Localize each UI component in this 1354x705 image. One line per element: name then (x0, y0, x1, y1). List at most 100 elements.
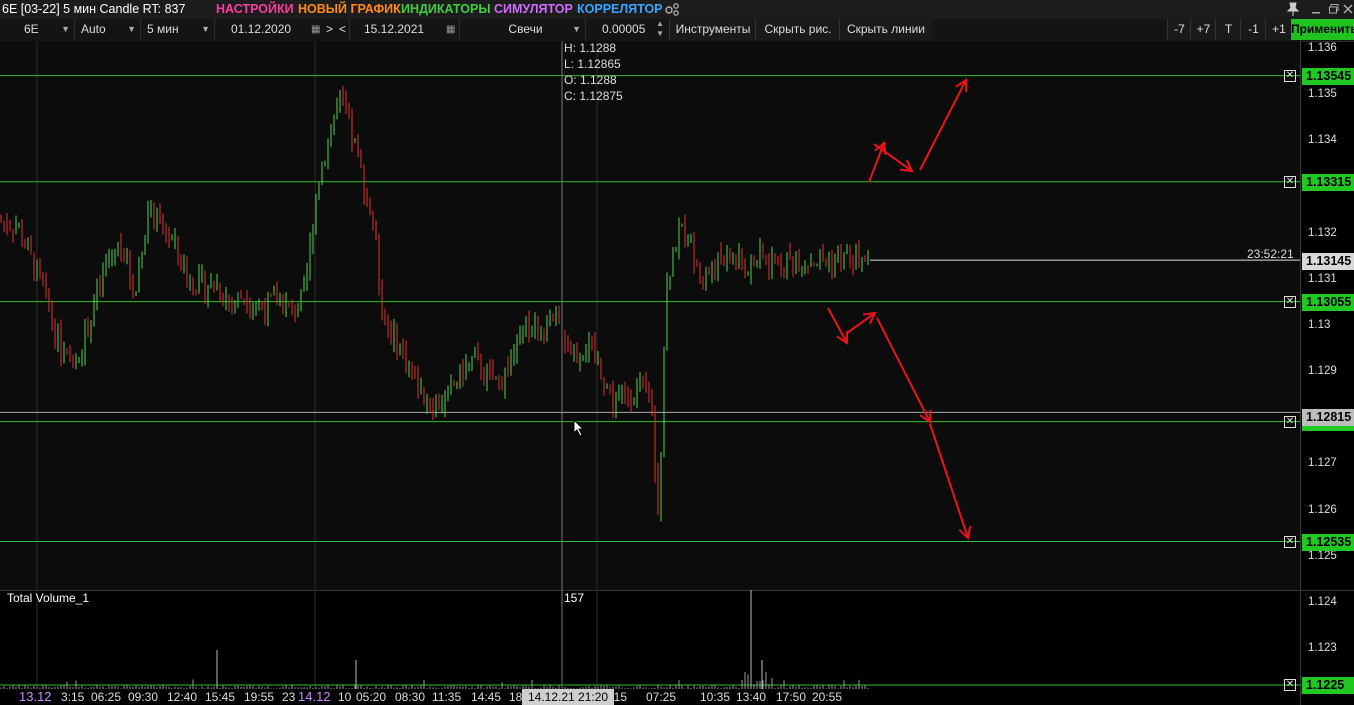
level-price-label[interactable]: 1.12535 (1302, 533, 1354, 551)
chevron-down-icon: ▼ (201, 24, 210, 34)
level-close-icon[interactable]: ✕ (1284, 295, 1296, 308)
level-close-icon[interactable]: ✕ (1284, 69, 1296, 82)
close-icon[interactable] (1342, 3, 1354, 15)
connection-icon[interactable] (664, 2, 680, 17)
x-tick-label: 12:40 (167, 690, 198, 704)
x-tick-label: 23 (282, 690, 296, 704)
minus7-button[interactable]: -7 (1167, 19, 1191, 40)
x-tick-label: 14.12 (298, 689, 331, 704)
minimize-icon[interactable] (1310, 3, 1322, 15)
date-from-field[interactable]: 01.12.2020 ▦ (214, 19, 324, 40)
level-price-label[interactable]: 1.13315 (1302, 173, 1354, 191)
x-tick-label: 17:50 (776, 690, 807, 704)
symbol-select[interactable]: 6E ▼ (0, 19, 74, 40)
y-tick-label: 1.134 (1308, 134, 1337, 147)
pin-icon[interactable] (1287, 2, 1299, 16)
date-to-field[interactable]: 15.12.2021 ▦ (349, 19, 459, 40)
level-close-icon[interactable]: ✕ (1284, 175, 1296, 188)
stepper-arrows-icon[interactable]: ▲ ▼ (656, 19, 664, 39)
volume-indicator-title: Total Volume_1 (7, 591, 90, 605)
y-tick-label: 1.129 (1308, 365, 1337, 378)
y-tick-label: 1.136 (1308, 42, 1337, 55)
x-tick-label: 15:45 (205, 690, 236, 704)
nav-next-button[interactable]: > (326, 19, 336, 40)
x-tick-label: 06:25 (91, 690, 122, 704)
plus7-button[interactable]: +7 (1190, 19, 1216, 40)
level-price-label[interactable]: 1.13545 (1302, 67, 1354, 85)
ohlc-high: H: 1.1288 (564, 41, 617, 55)
y-tick-label: 1.132 (1308, 226, 1337, 239)
menu-indicators[interactable]: ИНДИКАТОРЫ (401, 0, 491, 19)
x-tick-label: 13:40 (736, 690, 767, 704)
hide-drawings-button[interactable]: Скрыть рис. (755, 19, 840, 40)
timeframe-value: 5 мин (147, 22, 179, 36)
calendar-icon[interactable]: ▦ (446, 19, 455, 40)
x-tick-label: 19:55 (244, 690, 275, 704)
y-tick-label: 1.125 (1308, 549, 1337, 562)
x-tick-label: 11:35 (432, 690, 462, 704)
y-tick-label: 1.13 (1308, 319, 1331, 332)
level-close-icon[interactable]: ✕ (1284, 679, 1296, 691)
chart-toolbar: 6E ▼ Auto ▼ 5 мин ▼ 01.12.2020 ▦ > < 15.… (0, 19, 1354, 42)
chevron-down-icon: ▼ (127, 24, 136, 34)
minus1-button[interactable]: -1 (1240, 19, 1266, 40)
level-close-icon[interactable]: ✕ (1284, 415, 1296, 428)
date-from-value: 01.12.2020 (231, 22, 292, 36)
scale-value: Auto (81, 22, 106, 36)
level-close-icon[interactable]: ✕ (1284, 535, 1296, 548)
y-tick-label: 1.131 (1308, 272, 1337, 285)
x-tick-label: 10 (338, 690, 352, 704)
menu-settings[interactable]: НАСТРОЙКИ (216, 0, 294, 19)
y-tick-label: 1.123 (1308, 641, 1337, 654)
price-chart[interactable] (0, 41, 1354, 705)
y-tick-label: 1.135 (1308, 88, 1337, 101)
x-tick-label: 3:15 (61, 690, 85, 704)
t-button[interactable]: T (1215, 19, 1241, 40)
y-tick-label: 1.126 (1308, 503, 1337, 516)
x-tick-label: 13.12 (19, 689, 52, 704)
x-tick-label: 18 (509, 690, 523, 704)
chart-type-select[interactable]: Свечи ▼ (459, 19, 585, 40)
x-tick-label: 09:30 (128, 690, 159, 704)
timeframe-select[interactable]: 5 мин ▼ (140, 19, 214, 40)
chart-grid (0, 41, 1354, 705)
menu-correlator[interactable]: КОРРЕЛЯТОР (577, 0, 663, 19)
x-tick-label: 14:45 (471, 690, 502, 704)
restore-icon[interactable] (1328, 3, 1340, 15)
plus1-button[interactable]: +1 (1265, 19, 1292, 40)
crosshair-time-label: 14.12.21 21:20 (522, 689, 615, 705)
tick-size-stepper[interactable]: 0.00005 ▲ ▼ (585, 19, 669, 40)
y-tick-label: 1.127 (1308, 457, 1337, 470)
calendar-icon[interactable]: ▦ (311, 19, 320, 40)
scale-select[interactable]: Auto ▼ (74, 19, 140, 40)
x-tick-label: 05:20 (356, 690, 387, 704)
date-to-value: 15.12.2021 (364, 22, 425, 36)
price-pane-bg (0, 41, 1300, 590)
tick-size-value: 0.00005 (602, 22, 646, 36)
mouse-cursor-icon (573, 419, 585, 437)
volume-pane-bg (0, 590, 1300, 705)
ohlc-open: O: 1.1288 (564, 73, 617, 87)
volume-crosshair-value: 157 (564, 591, 585, 605)
menu-new-chart[interactable]: НОВЫЙ ГРАФИК (298, 0, 401, 19)
bar-countdown: 23:52:21 (1247, 247, 1294, 261)
title-bar: 6E [03-22] 5 мин Candle RT: 837 НАСТРОЙК… (0, 0, 1354, 19)
level-price-label[interactable]: 1.13055 (1302, 293, 1354, 311)
hide-lines-button[interactable]: Скрыть линии (839, 19, 932, 40)
cursor-price-label: 1.12815 (1302, 409, 1354, 426)
menu-simulator[interactable]: СИМУЛЯТОР (494, 0, 573, 19)
x-tick-label: 07:25 (646, 690, 677, 704)
apply-button[interactable]: Применить (1291, 19, 1354, 40)
ohlc-close: C: 1.12875 (564, 89, 623, 103)
x-tick-label: 20:55 (812, 690, 843, 704)
y-tick-label: 1.124 (1308, 595, 1337, 608)
chart-type-value: Свечи (508, 22, 543, 36)
tools-button[interactable]: Инструменты (669, 19, 756, 40)
x-tick-label: 08:30 (395, 690, 426, 704)
nav-prev-button[interactable]: < (339, 19, 349, 40)
x-tick-label: 10:35 (700, 690, 731, 704)
chevron-down-icon: ▼ (61, 24, 70, 34)
level-price-label[interactable]: 1.1225 (1302, 677, 1354, 694)
current-price-label: 1.13145 (1302, 253, 1354, 270)
ohlc-low: L: 1.12865 (564, 57, 621, 71)
